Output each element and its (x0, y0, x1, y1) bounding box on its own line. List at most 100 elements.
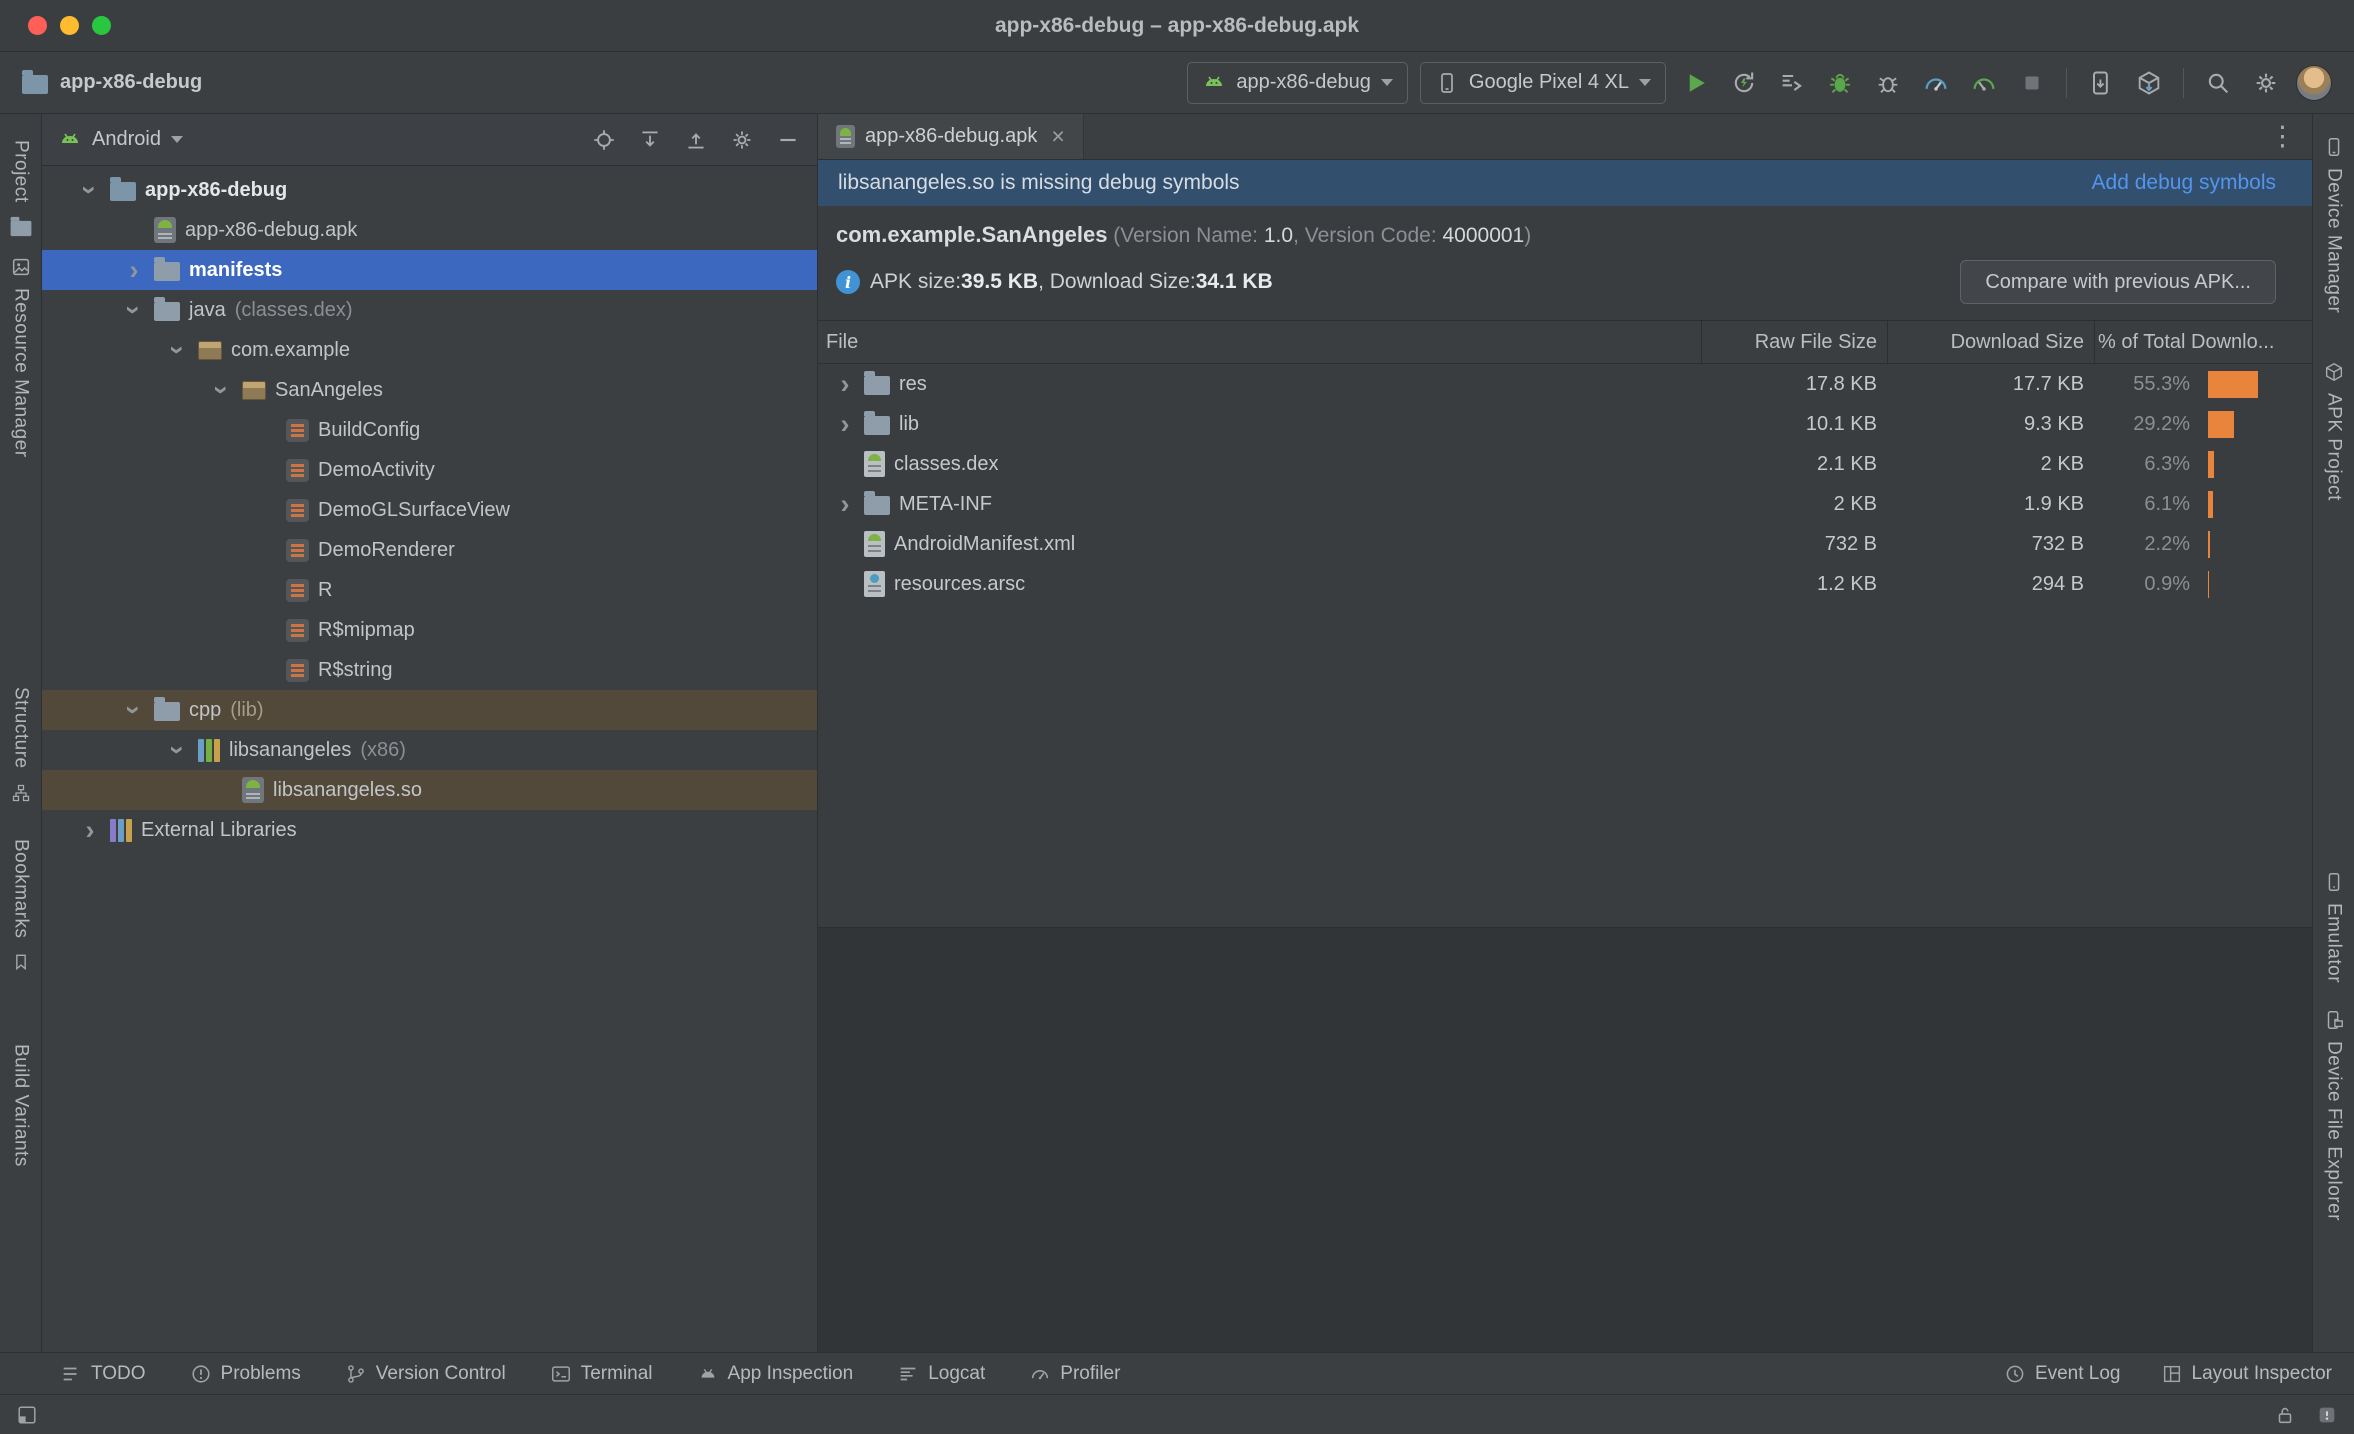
chevron-expanded-icon[interactable]: › (114, 290, 154, 330)
tool-tab-layout-inspector[interactable]: Layout Inspector (2161, 1363, 2332, 1385)
tree-item-buildconfig[interactable]: BuildConfig (42, 410, 817, 450)
device-manager-icon[interactable] (2083, 65, 2119, 101)
chevron-expanded-icon[interactable]: › (158, 330, 198, 370)
profile-low-overhead-button[interactable] (1966, 65, 2002, 101)
tree-item-com-example[interactable]: › com.example (42, 330, 817, 370)
project-panel: Android › app-x86-debug app-x86-debug.ap… (42, 114, 818, 1352)
tree-item-r-string[interactable]: R$string (42, 650, 817, 690)
chevron-collapsed-icon[interactable]: › (826, 484, 864, 524)
column-header-percent[interactable]: % of Total Downlo... (2094, 321, 2312, 363)
settings-gear-icon[interactable] (2248, 65, 2284, 101)
tree-item-demorenderer[interactable]: DemoRenderer (42, 530, 817, 570)
lock-icon[interactable] (2274, 1404, 2296, 1426)
tool-tab-device-file-explorer[interactable]: Device File Explorer (2323, 1041, 2345, 1221)
tree-item-java[interactable]: › java (classes.dex) (42, 290, 817, 330)
compare-apk-button[interactable]: Compare with previous APK... (1960, 260, 2276, 304)
tool-tab-device-manager[interactable]: Device Manager (2323, 168, 2345, 313)
bookmarks-icon[interactable] (11, 952, 31, 972)
tool-tab-terminal[interactable]: Terminal (550, 1363, 653, 1385)
tool-tab-structure[interactable]: Structure (10, 687, 32, 769)
table-row-res[interactable]: › res 17.8 KB 17.7 KB 55.3% (818, 364, 2312, 404)
tool-tab-problems[interactable]: Problems (190, 1363, 301, 1385)
hide-panel-icon[interactable] (775, 127, 801, 153)
fatal-errors-icon[interactable] (2316, 1404, 2338, 1426)
device-manager-icon[interactable] (2323, 136, 2345, 158)
profile-button[interactable] (1918, 65, 1954, 101)
minimize-window-button[interactable] (60, 16, 79, 35)
structure-icon[interactable] (11, 783, 31, 803)
resource-manager-icon[interactable] (10, 256, 32, 278)
close-window-button[interactable] (28, 16, 47, 35)
apply-code-changes-button[interactable] (1774, 65, 1810, 101)
chevron-collapsed-icon[interactable]: › (70, 810, 110, 850)
tree-item-libsanangeles[interactable]: › libsanangeles (x86) (42, 730, 817, 770)
attach-debugger-button[interactable] (1870, 65, 1906, 101)
emulator-icon[interactable] (2323, 871, 2345, 893)
table-row-meta-inf[interactable]: › META-INF 2 KB 1.9 KB 6.1% (818, 484, 2312, 524)
project-view-selector[interactable]: Android (92, 128, 161, 151)
run-button[interactable] (1678, 65, 1714, 101)
tree-item-r[interactable]: R (42, 570, 817, 610)
collapse-all-icon[interactable] (683, 127, 709, 153)
tree-item-app-x86-debug[interactable]: › app-x86-debug (42, 170, 817, 210)
column-header-raw-size[interactable]: Raw File Size (1701, 321, 1887, 363)
tree-item-external-libraries[interactable]: › External Libraries (42, 810, 817, 850)
chevron-expanded-icon[interactable]: › (70, 170, 110, 210)
chevron-expanded-icon[interactable]: › (202, 370, 242, 410)
run-configuration-select[interactable]: app-x86-debug (1187, 61, 1408, 104)
column-header-file[interactable]: File (818, 321, 1701, 363)
device-file-explorer-icon[interactable] (2323, 1009, 2345, 1031)
tree-item-app-x86-debug-apk[interactable]: app-x86-debug.apk (42, 210, 817, 250)
column-header-download-size[interactable]: Download Size (1887, 321, 2094, 363)
tree-item-r-mipmap[interactable]: R$mipmap (42, 610, 817, 650)
device-select[interactable]: Google Pixel 4 XL (1419, 61, 1666, 104)
tree-item-libsanangeles-so[interactable]: libsanangeles.so (42, 770, 817, 810)
chevron-expanded-icon[interactable]: › (158, 730, 198, 770)
chevron-expanded-icon[interactable]: › (114, 690, 154, 730)
avatar[interactable] (2296, 64, 2332, 101)
chevron-collapsed-icon[interactable]: › (826, 364, 864, 404)
chevron-collapsed-icon[interactable]: › (114, 250, 154, 290)
tree-item-demoactivity[interactable]: DemoActivity (42, 450, 817, 490)
tool-tab-app-inspection[interactable]: App Inspection (697, 1363, 853, 1385)
table-row-androidmanifest[interactable]: AndroidManifest.xml 732 B 732 B 2.2% (818, 524, 2312, 564)
tree-item-cpp[interactable]: › cpp (lib) (42, 690, 817, 730)
tool-tab-apk-project[interactable]: APK Project (2323, 393, 2345, 501)
expand-all-icon[interactable] (637, 127, 663, 153)
apply-changes-button[interactable] (1726, 65, 1762, 101)
table-row-lib[interactable]: › lib 10.1 KB 9.3 KB 29.2% (818, 404, 2312, 444)
panel-settings-icon[interactable] (729, 127, 755, 153)
add-debug-symbols-link[interactable]: Add debug symbols (2092, 171, 2276, 195)
stop-button[interactable] (2014, 65, 2050, 101)
tree-item-sanangeles[interactable]: › SanAngeles (42, 370, 817, 410)
tool-tab-bookmarks[interactable]: Bookmarks (10, 839, 32, 939)
tool-tab-profiler[interactable]: Profiler (1029, 1363, 1120, 1385)
toolbar-project-name[interactable]: app-x86-debug (60, 71, 202, 94)
tool-tab-project[interactable]: Project (10, 140, 32, 203)
tool-tab-resource-manager[interactable]: Resource Manager (10, 288, 32, 458)
apk-project-icon[interactable] (2323, 361, 2345, 383)
debug-symbols-banner: libsanangeles.so is missing debug symbol… (818, 160, 2312, 206)
tool-tab-build-variants[interactable]: Build Variants (10, 1044, 32, 1167)
zoom-window-button[interactable] (92, 16, 111, 35)
tree-item-demoglsurfaceview[interactable]: DemoGLSurfaceView (42, 490, 817, 530)
sdk-manager-icon[interactable] (2131, 65, 2167, 101)
table-row-resources-arsc[interactable]: resources.arsc 1.2 KB 294 B 0.9% (818, 564, 2312, 604)
tool-tab-todo[interactable]: TODO (60, 1363, 146, 1385)
tree-item-manifests[interactable]: › manifests (42, 250, 817, 290)
tool-tab-emulator[interactable]: Emulator (2323, 903, 2345, 983)
project-toolwindow-icon[interactable] (10, 216, 31, 236)
tab-options-icon[interactable]: ⋮ (2253, 123, 2312, 150)
tab-app-x86-debug-apk[interactable]: app-x86-debug.apk × (818, 114, 1084, 159)
close-tab-icon[interactable]: × (1051, 125, 1064, 148)
chevron-collapsed-icon[interactable]: › (826, 404, 864, 444)
locate-file-icon[interactable] (591, 127, 617, 153)
debug-button[interactable] (1822, 65, 1858, 101)
toolwindow-toggle-icon[interactable] (16, 1404, 38, 1426)
native-lib-file-icon (242, 777, 264, 803)
tool-tab-event-log[interactable]: Event Log (2004, 1363, 2121, 1385)
table-row-classes-dex[interactable]: classes.dex 2.1 KB 2 KB 6.3% (818, 444, 2312, 484)
search-icon[interactable] (2200, 65, 2236, 101)
tool-tab-version-control[interactable]: Version Control (345, 1363, 506, 1385)
tool-tab-logcat[interactable]: Logcat (897, 1363, 985, 1385)
